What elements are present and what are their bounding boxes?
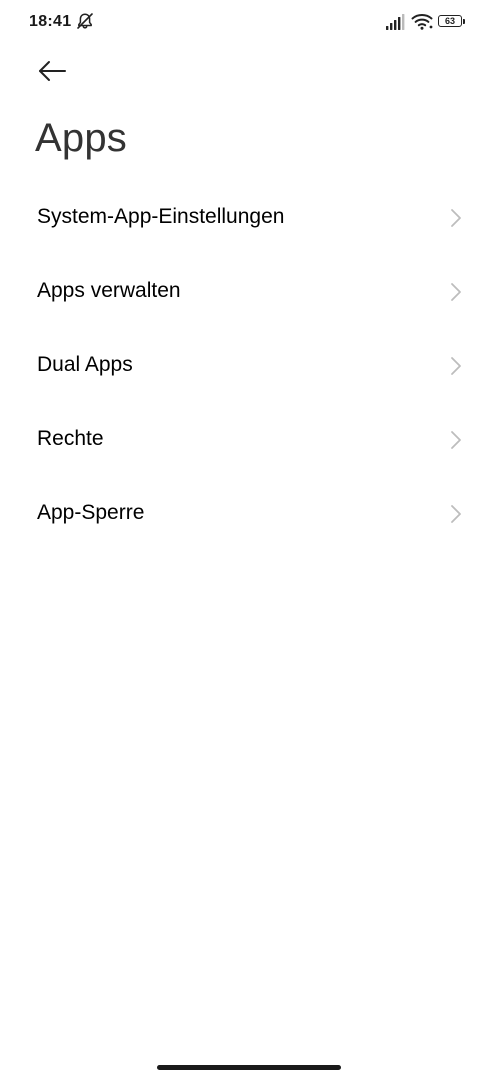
chevron-right-icon [451,357,461,375]
list-item-manage-apps[interactable]: Apps verwalten [0,255,499,329]
list-item-label: Apps verwalten [37,279,181,302]
chevron-right-icon [451,209,461,227]
list-item-label: App-Sperre [37,501,145,524]
chevron-right-icon [451,505,461,523]
page-title: Apps [35,116,127,160]
chevron-right-icon [451,431,461,449]
list-item-system-app-settings[interactable]: System-App-Einstellungen [0,181,499,255]
wifi-icon [411,14,433,30]
battery-icon: 63 [438,15,465,29]
list-item-permissions[interactable]: Rechte [0,403,499,477]
back-button[interactable] [32,52,76,92]
list-item-label: Dual Apps [37,353,133,376]
dnd-off-icon [77,13,93,29]
battery-level: 63 [438,15,462,27]
list-item-label: Rechte [37,427,104,450]
arrow-left-icon [39,61,66,81]
status-time: 18:41 [29,13,72,30]
settings-list: System-App-Einstellungen Apps verwalten … [0,181,499,551]
battery-cap [463,18,465,24]
signal-icon [386,14,405,30]
list-item-app-lock[interactable]: App-Sperre [0,477,499,551]
list-item-dual-apps[interactable]: Dual Apps [0,329,499,403]
home-indicator[interactable] [157,1065,341,1070]
list-item-label: System-App-Einstellungen [37,205,285,228]
chevron-right-icon [451,283,461,301]
status-bar: 18:41 63 [0,0,499,46]
